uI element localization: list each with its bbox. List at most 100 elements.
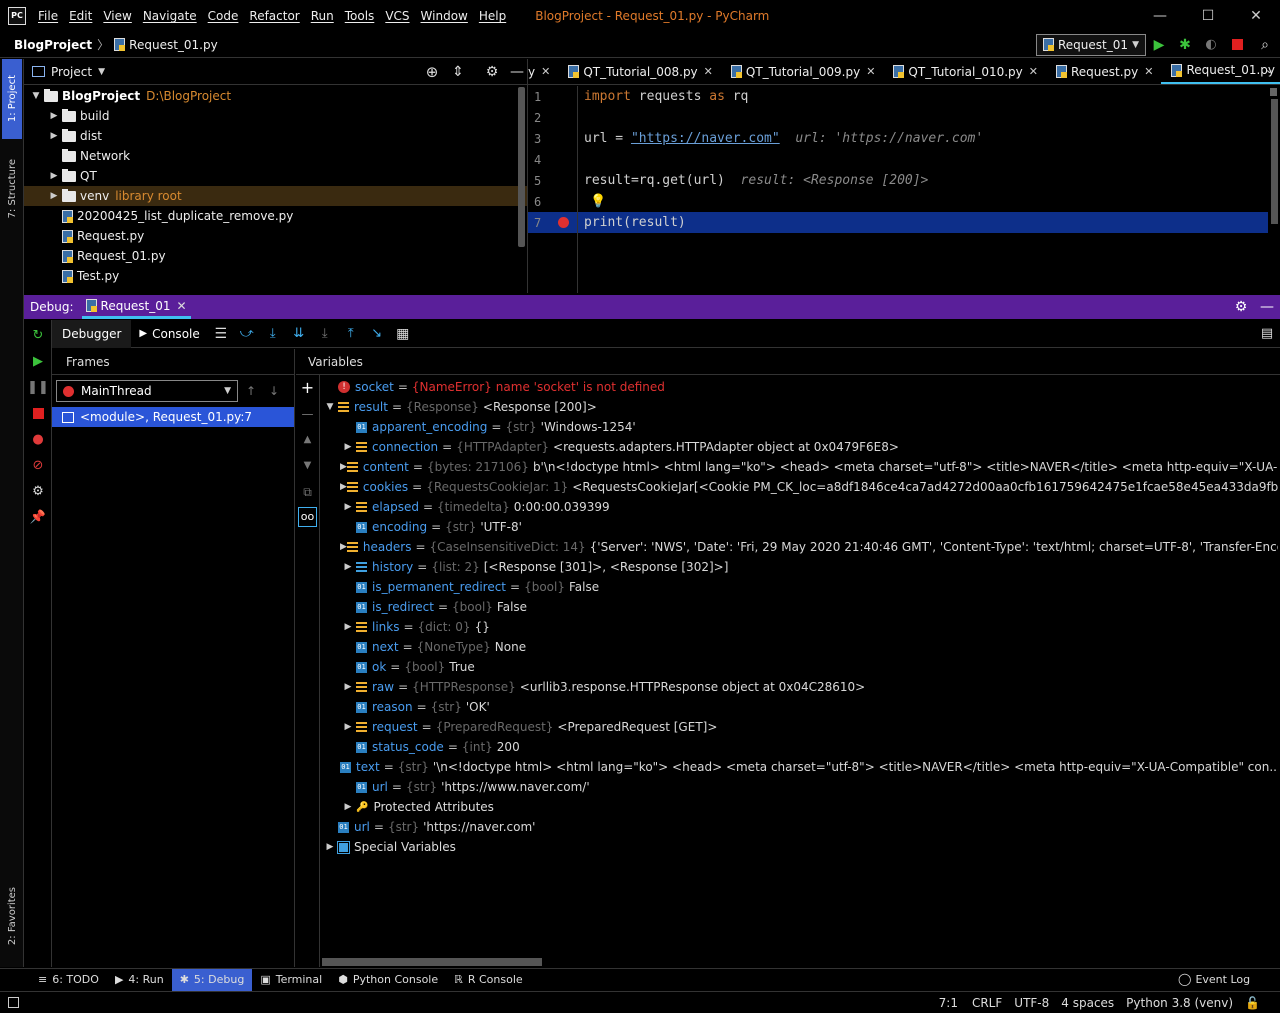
minimize-button[interactable]: — [1136,8,1184,24]
editor-tab[interactable]: QT_Tutorial_010.py ✕ [883,59,1046,84]
collapsed-arrow-icon[interactable]: ▶ [46,111,62,121]
bottom-tab[interactable]: ≡ 6: TODO [30,969,107,991]
collapsed-arrow-icon[interactable]: ▶ [340,502,356,512]
collapsed-arrow-icon[interactable]: ▶ [340,482,347,492]
collapsed-arrow-icon[interactable]: ▶ [340,442,356,452]
frame-down-icon[interactable]: ↓ [264,384,284,398]
gear-icon[interactable]: ⚙ [27,480,49,502]
show-execution-point-icon[interactable]: ⤻ [234,326,260,341]
evaluate-expression-icon[interactable]: ▦ [390,326,416,342]
variable-row[interactable]: 01 is_redirect = {bool} False [322,597,1278,617]
line-number[interactable]: 7 [528,212,577,233]
collapsed-arrow-icon[interactable]: ▶ [340,462,347,472]
rerun-icon[interactable]: ↻ [27,324,49,346]
thread-select[interactable]: MainThread ▼ [56,380,238,402]
editor-tab[interactable]: y ✕ [528,59,558,84]
line-number[interactable]: 6 [528,191,577,212]
variable-row[interactable]: ▶ links = {dict: 0}{} [322,617,1278,637]
variable-row[interactable]: 01 next = {NoneType} None [322,637,1278,657]
run-icon[interactable]: ▶ [1146,37,1172,53]
line-number[interactable]: 5 [528,170,577,191]
variable-row[interactable]: 01 ok = {bool} True [322,657,1278,677]
menu-item-vcs[interactable]: VCS [385,9,409,23]
tool-windows-icon[interactable] [8,997,19,1008]
variable-row[interactable]: 01 url = {str}'https://naver.com' [322,817,1278,837]
variable-row[interactable]: 01 encoding = {str} 'UTF-8' [322,517,1278,537]
structure-tool-tab[interactable]: 7: Structure [2,149,22,229]
menu-item-view[interactable]: View [103,9,131,23]
step-over-icon[interactable]: ⤓ [260,326,286,341]
collapsed-arrow-icon[interactable]: ▶ [46,171,62,181]
variable-row[interactable]: 01 url = {str}'https://www.naver.com/' [322,777,1278,797]
step-into-icon[interactable]: ⇊ [286,326,312,341]
code-line[interactable] [578,149,1268,170]
menu-item-help[interactable]: Help [479,9,506,23]
status-position[interactable]: 7:1 [939,996,958,1010]
project-scrollbar[interactable] [518,87,525,247]
project-tree-item[interactable]: ▶ QT [24,166,527,186]
status-encoding[interactable]: UTF-8 [1014,996,1049,1010]
pause-icon[interactable]: ❚❚ [27,376,49,398]
layout-icon[interactable]: ☰ [208,326,234,342]
project-panel-title[interactable]: Project [51,65,92,79]
breadcrumb-file[interactable]: Request_01.py [129,38,218,52]
editor-tab-menu-icon[interactable]: ⌄ [1265,63,1274,76]
menu-item-file[interactable]: File [38,9,58,23]
collapsed-arrow-icon[interactable]: ▶ [340,622,356,632]
project-tree-item[interactable]: Request_01.py [24,246,527,266]
search-icon[interactable]: ⌕ [1250,37,1280,53]
code-line[interactable]: print (result) [578,212,1268,233]
variable-row[interactable]: ▶ history = {list: 2} [<Response [301]>, <Re… [322,557,1278,577]
close-icon[interactable]: ✕ [704,65,713,78]
editor-tab[interactable]: Request.py ✕ [1046,59,1162,84]
variable-row[interactable]: ▶ headers = {CaseInsensitiveDict: 14} {'Serv… [322,537,1278,557]
debugger-tab[interactable]: Debugger [52,319,132,348]
gear-icon[interactable]: ⚙ [1228,299,1254,315]
code-line[interactable] [578,107,1268,128]
variable-row[interactable]: 01 text = {str} '\n<!doctype html> <html lan… [322,757,1278,777]
debug-session-tab[interactable]: Request_01 ✕ [81,295,191,319]
variable-row[interactable]: ▶ 🔑 Protected Attributes [322,797,1278,817]
variable-row[interactable]: ▶ request = {PreparedRequest} <PreparedReque… [322,717,1278,737]
status-interpreter[interactable]: Python 3.8 (venv) [1126,996,1233,1010]
collapsed-arrow-icon[interactable]: ▶ [340,802,356,812]
close-icon[interactable]: ✕ [541,65,550,78]
variable-row[interactable]: ▼ result = {Response} <Response [200]> [322,397,1278,417]
menu-item-refactor[interactable]: Refactor [249,9,299,23]
close-icon[interactable]: ✕ [866,65,875,78]
maximize-button[interactable]: ☐ [1184,8,1232,24]
code-line[interactable]: result=rq.get(url) result: <Response [20… [578,170,1268,191]
mute-breakpoints-icon[interactable]: ⊘ [27,454,49,476]
variable-row[interactable]: 01 status_code = {int} 200 [322,737,1278,757]
intention-bulb-icon[interactable]: 💡 [590,194,606,209]
variable-row[interactable]: ▶ content = {bytes: 217106} b'\n<!doctype ht… [322,457,1278,477]
editor-tab[interactable]: QT_Tutorial_009.py ✕ [721,59,884,84]
menu-item-window[interactable]: Window [421,9,468,23]
close-icon[interactable]: ✕ [177,299,187,313]
collapsed-arrow-icon[interactable]: ▶ [340,682,356,692]
expanded-arrow-icon[interactable]: ▼ [28,91,44,101]
expanded-arrow-icon[interactable]: ▼ [322,402,338,412]
gear-icon[interactable]: ⚙ [477,64,507,80]
project-tree-item[interactable]: ▶ dist [24,126,527,146]
bottom-tab[interactable]: ℝ R Console [446,969,531,991]
close-icon[interactable]: ✕ [1144,65,1153,78]
favorites-tool-tab[interactable]: 2: Favorites [2,874,22,959]
run-config-select[interactable]: Request_01 ▼ [1036,33,1146,56]
line-number[interactable]: 3 [528,128,577,149]
editor-tab[interactable]: Request_01.py✕ [1161,59,1280,84]
collapsed-arrow-icon[interactable]: ▶ [46,131,62,141]
run-to-cursor-icon[interactable]: ↘ [364,326,390,341]
code-line[interactable]: import requests as rq [578,86,1268,107]
code-area[interactable]: import requests as rq url = "https://nave… [578,86,1268,293]
step-into-my-code-icon[interactable]: ⤓ [312,326,338,341]
editor-scrollbar[interactable] [1271,99,1278,224]
stop-icon[interactable] [1224,39,1250,50]
project-tree-item[interactable]: ▶ venv library root [24,186,527,206]
status-line-separator[interactable]: CRLF [972,996,1002,1010]
console-tab[interactable]: ▶ Console [131,320,207,348]
collapsed-arrow-icon[interactable]: ▶ [46,191,62,201]
resume-icon[interactable]: ▶ [27,350,49,372]
variable-row[interactable]: ▶ Special Variables [322,837,1278,857]
hide-panel-icon[interactable]: — [1254,299,1280,315]
